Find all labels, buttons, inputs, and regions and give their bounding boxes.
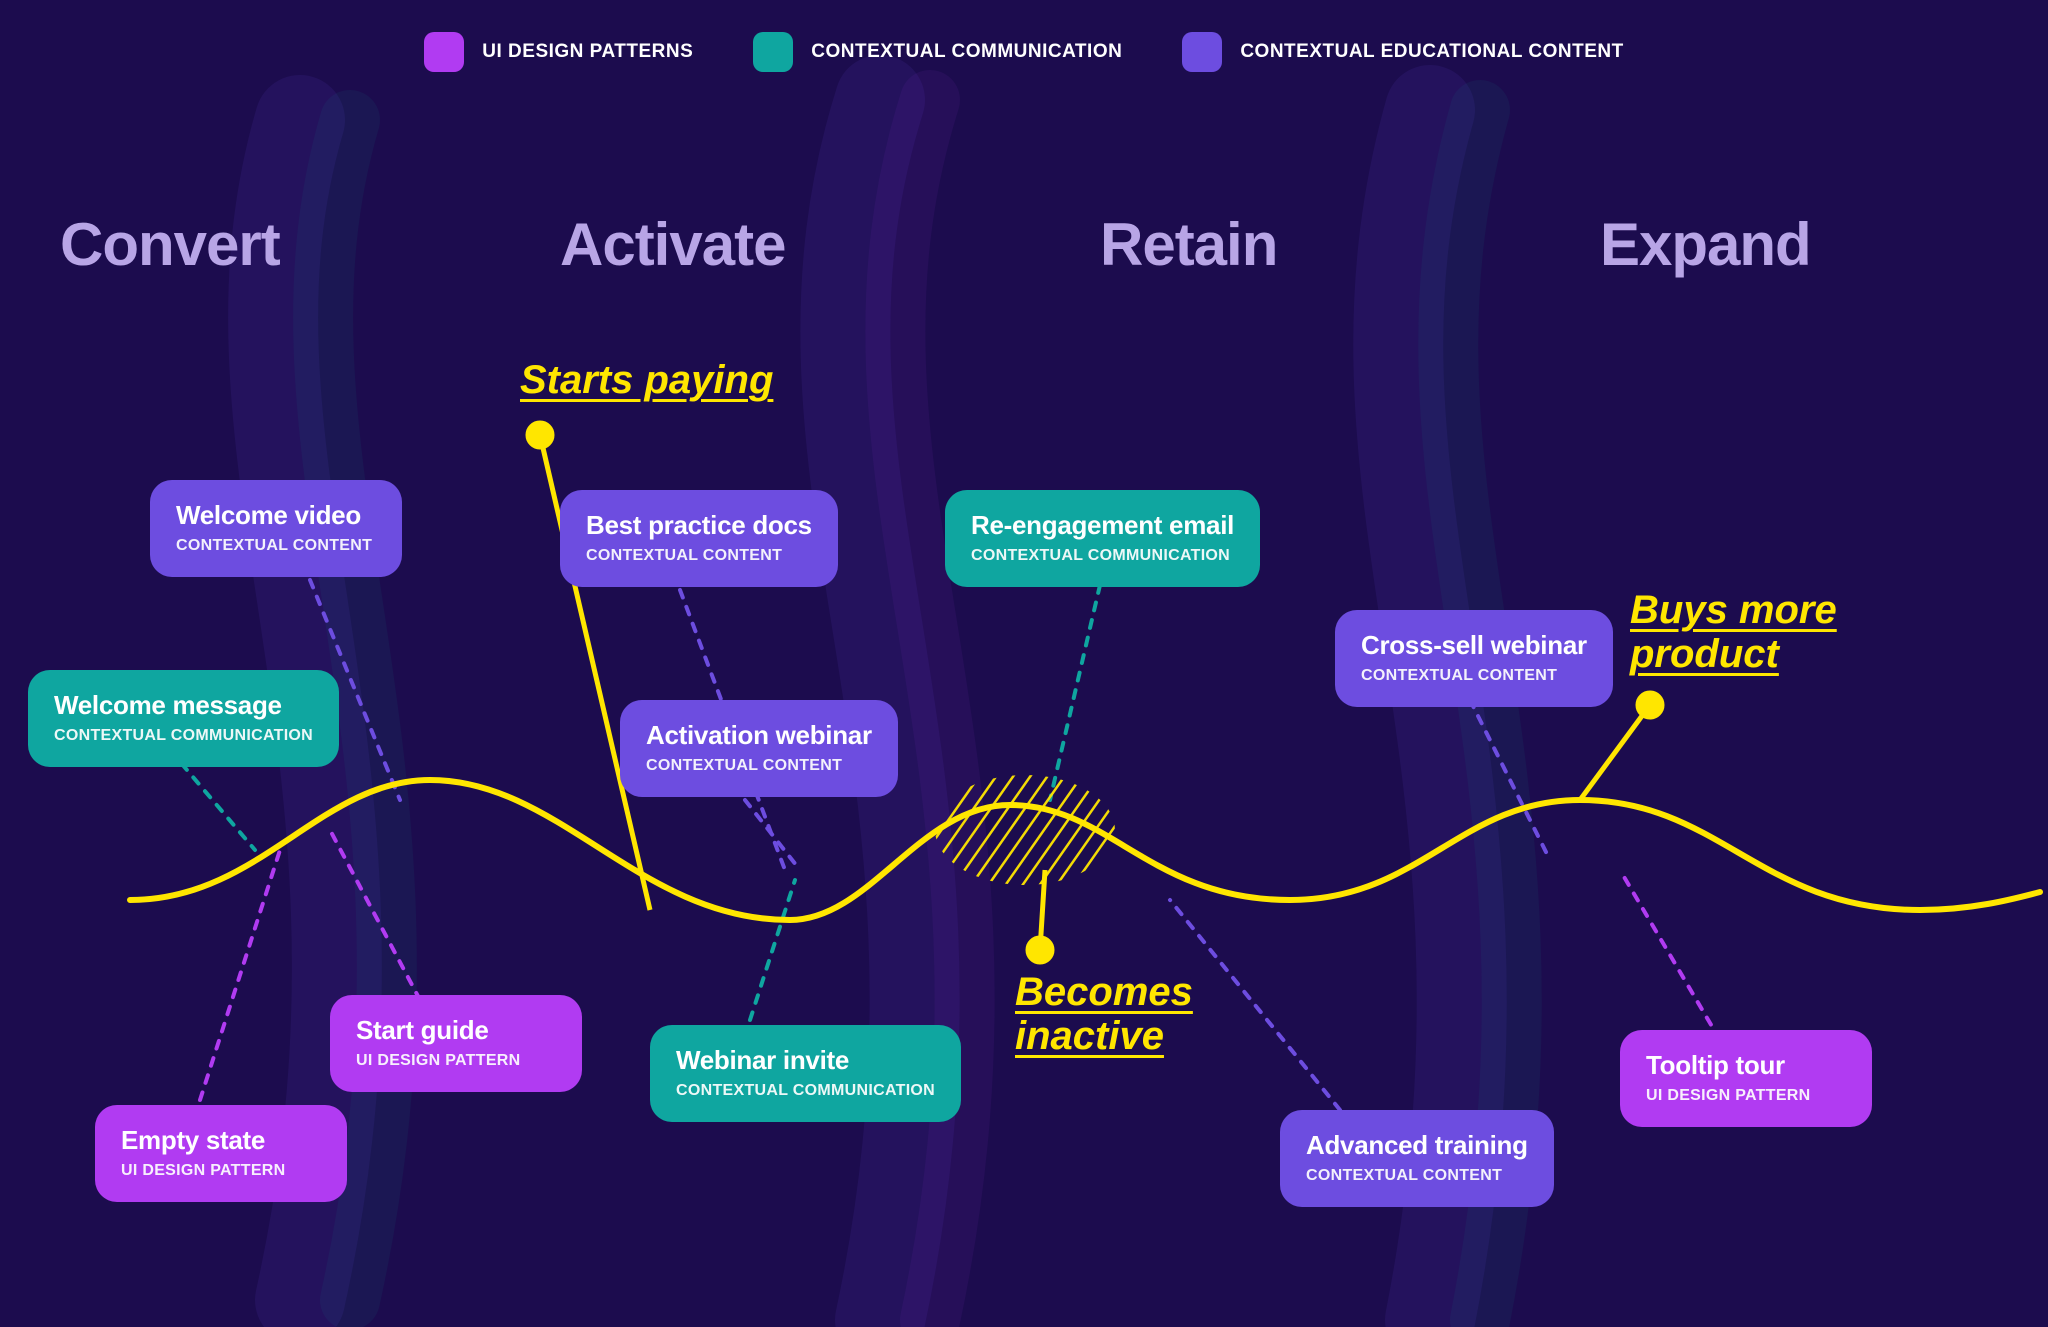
card-title: Cross-sell webinar: [1361, 630, 1587, 661]
legend-item-ui-patterns: UI DESIGN PATTERNS: [424, 32, 693, 72]
card-subtitle: UI DESIGN PATTERN: [121, 1162, 321, 1180]
card-title: Welcome message: [54, 690, 313, 721]
card-subtitle: CONTEXTUAL CONTENT: [176, 537, 376, 555]
card-welcome-video: Welcome video CONTEXTUAL CONTENT: [150, 480, 402, 577]
card-subtitle: CONTEXTUAL CONTENT: [586, 547, 812, 565]
card-subtitle: CONTEXTUAL COMMUNICATION: [971, 547, 1234, 565]
card-subtitle: UI DESIGN PATTERN: [1646, 1087, 1846, 1105]
legend-label: CONTEXTUAL COMMUNICATION: [811, 41, 1122, 63]
legend-swatch: [424, 32, 464, 72]
card-title: Advanced training: [1306, 1130, 1528, 1161]
card-welcome-message: Welcome message CONTEXTUAL COMMUNICATION: [28, 670, 339, 767]
card-title: Empty state: [121, 1125, 321, 1156]
inactive-blob: [935, 775, 1115, 885]
card-subtitle: CONTEXTUAL CONTENT: [646, 757, 872, 775]
stage-retain: Retain: [1100, 210, 1277, 279]
card-advanced-training: Advanced training CONTEXTUAL CONTENT: [1280, 1110, 1554, 1207]
card-subtitle: CONTEXTUAL CONTENT: [1361, 667, 1587, 685]
card-tooltip-tour: Tooltip tour UI DESIGN PATTERN: [1620, 1030, 1872, 1127]
card-activation-webinar: Activation webinar CONTEXTUAL CONTENT: [620, 700, 898, 797]
stage-expand: Expand: [1600, 210, 1811, 279]
card-reengagement-email: Re-engagement email CONTEXTUAL COMMUNICA…: [945, 490, 1260, 587]
card-subtitle: UI DESIGN PATTERN: [356, 1052, 556, 1070]
card-title: Re-engagement email: [971, 510, 1234, 541]
milestone-becomes-inactive: Becomes inactive: [1015, 970, 1193, 1058]
card-subtitle: CONTEXTUAL CONTENT: [1306, 1167, 1528, 1185]
card-subtitle: CONTEXTUAL COMMUNICATION: [676, 1082, 935, 1100]
legend-swatch: [1182, 32, 1222, 72]
card-title: Welcome video: [176, 500, 376, 531]
legend-item-communication: CONTEXTUAL COMMUNICATION: [753, 32, 1122, 72]
diagram-canvas: UI DESIGN PATTERNS CONTEXTUAL COMMUNICAT…: [0, 0, 2048, 1327]
card-title: Start guide: [356, 1015, 556, 1046]
legend-item-educational: CONTEXTUAL EDUCATIONAL CONTENT: [1182, 32, 1623, 72]
milestone-starts-paying: Starts paying: [520, 358, 773, 402]
card-cross-sell-webinar: Cross-sell webinar CONTEXTUAL CONTENT: [1335, 610, 1613, 707]
stage-activate: Activate: [560, 210, 785, 279]
stage-convert: Convert: [60, 210, 280, 279]
card-best-practice: Best practice docs CONTEXTUAL CONTENT: [560, 490, 838, 587]
legend: UI DESIGN PATTERNS CONTEXTUAL COMMUNICAT…: [0, 32, 2048, 72]
card-title: Best practice docs: [586, 510, 812, 541]
card-subtitle: CONTEXTUAL COMMUNICATION: [54, 727, 313, 745]
card-webinar-invite: Webinar invite CONTEXTUAL COMMUNICATION: [650, 1025, 961, 1122]
card-empty-state: Empty state UI DESIGN PATTERN: [95, 1105, 347, 1202]
legend-label: CONTEXTUAL EDUCATIONAL CONTENT: [1240, 41, 1623, 63]
legend-swatch: [753, 32, 793, 72]
card-title: Tooltip tour: [1646, 1050, 1846, 1081]
card-start-guide: Start guide UI DESIGN PATTERN: [330, 995, 582, 1092]
card-title: Activation webinar: [646, 720, 872, 751]
milestone-buys-more: Buys more product: [1630, 588, 1837, 676]
card-title: Webinar invite: [676, 1045, 935, 1076]
legend-label: UI DESIGN PATTERNS: [482, 41, 693, 63]
